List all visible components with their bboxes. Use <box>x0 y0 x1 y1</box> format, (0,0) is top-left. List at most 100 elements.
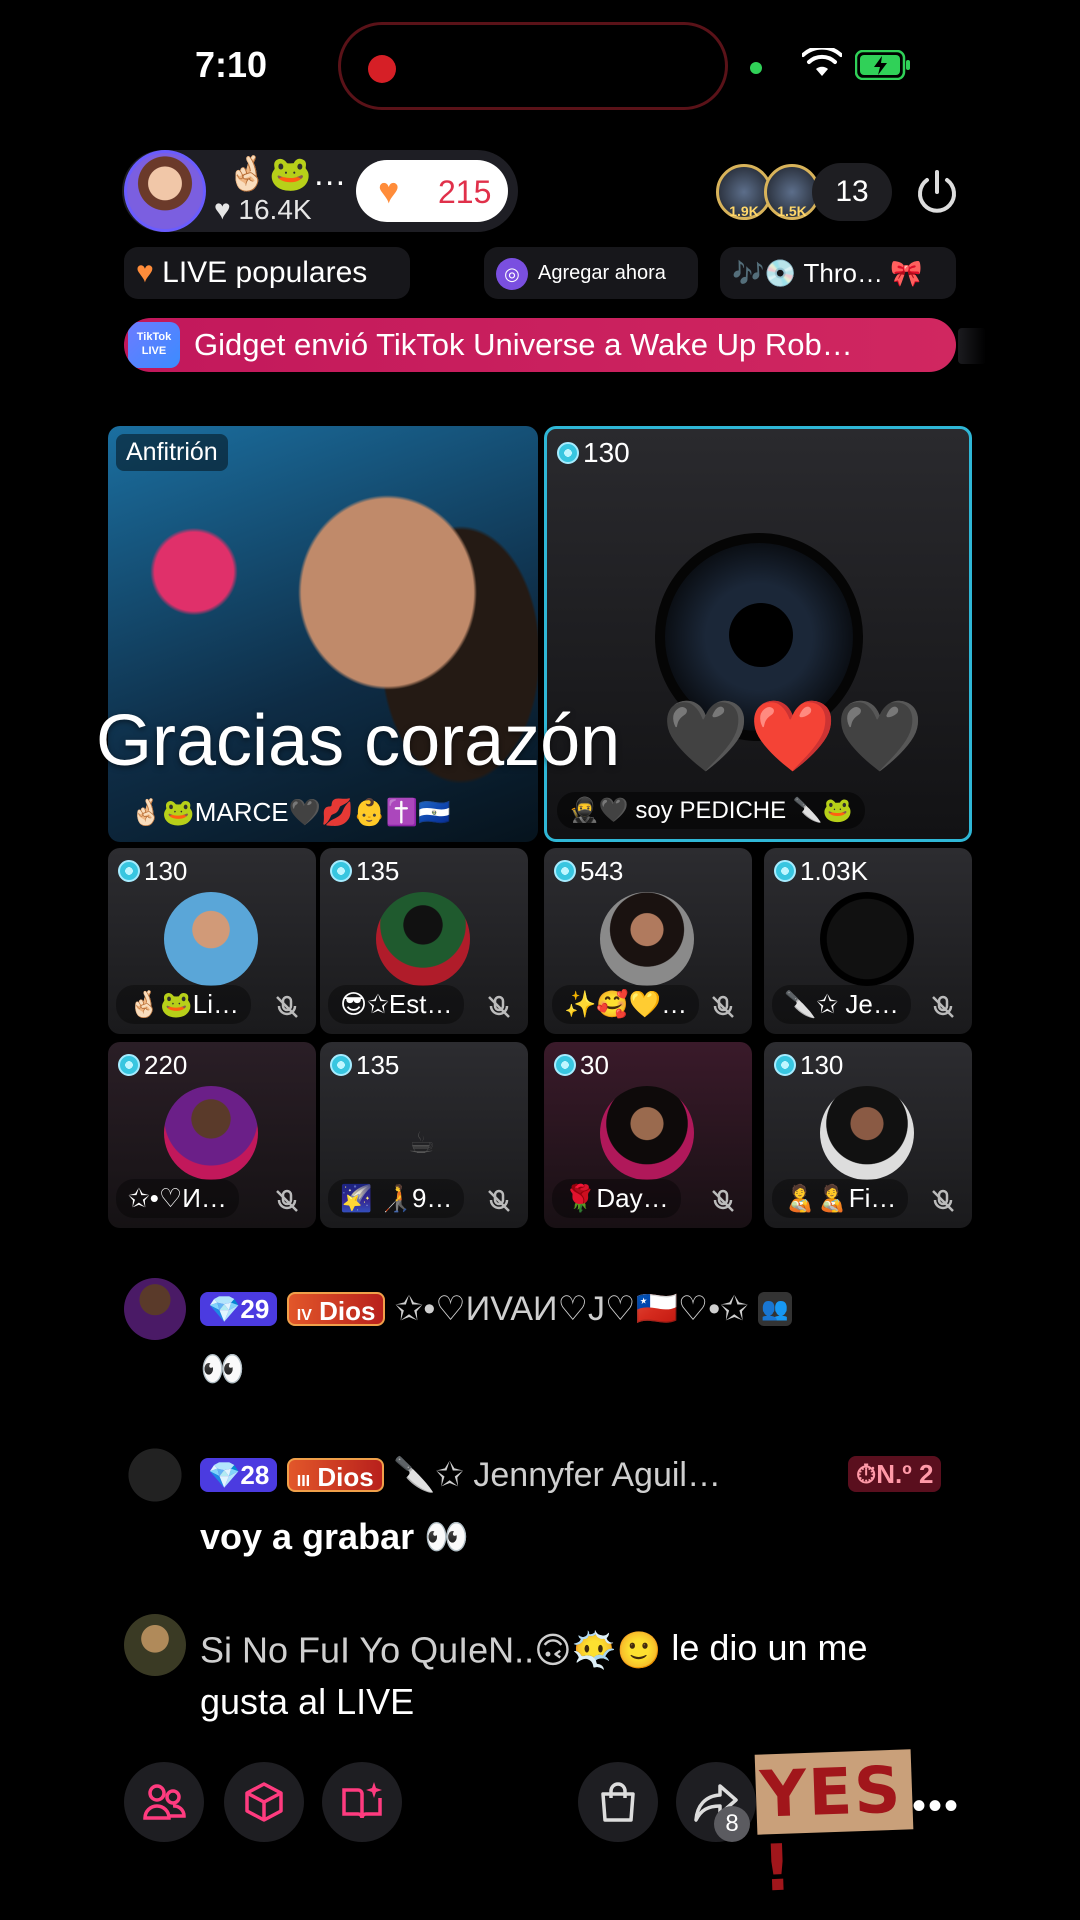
host-avatar[interactable] <box>124 150 206 232</box>
chat-like-event: Si No FuI Yo QuIeN..🙃😶‍🌫️🙂 le dio un me … <box>200 1622 920 1728</box>
dynamic-island <box>338 22 728 110</box>
cube-icon <box>245 1782 283 1822</box>
rank-badge: III Dios <box>286 1458 384 1493</box>
gift-banner-text: Gidget envió TikTok Universe a Wake Up R… <box>194 327 853 362</box>
mic-muted-icon <box>488 995 510 1018</box>
mic-muted-icon <box>276 1189 298 1212</box>
follow-button[interactable]: ♥ 215 <box>356 160 508 222</box>
level-badge: 💎28 <box>200 1458 278 1493</box>
yes-sticker: YES ! <box>754 1749 914 1907</box>
status-bar: 7:10 <box>0 0 1080 130</box>
host-name: 🤞🏻🐸… <box>226 155 348 193</box>
guest-tile[interactable]: 543 ✨🥰💛… <box>544 848 752 1034</box>
mic-muted-icon <box>712 995 734 1018</box>
guest-avatar <box>376 892 470 986</box>
host-likes-count: 16.4K <box>238 194 312 225</box>
more-options-icon[interactable]: ••• <box>912 1784 960 1829</box>
guest-tile[interactable]: 135 😎✩Est… <box>320 848 528 1034</box>
guest-avatar <box>600 892 694 986</box>
gem-icon <box>774 860 796 882</box>
chat-username[interactable]: Si No FuI Yo QuIeN..🙃😶‍🌫️🙂 <box>200 1629 661 1670</box>
guest-avatar <box>820 892 914 986</box>
shop-button[interactable] <box>578 1762 658 1842</box>
chat-message: 👀 <box>200 1348 245 1389</box>
heart-icon: ♥ <box>214 194 231 225</box>
guest-name: 🤞🏻🐸Li… <box>116 985 251 1024</box>
guest-name: 😎✩Est… <box>328 985 465 1024</box>
host-tile-name: 🤞🏻🐸MARCE🖤💋👶✝️🇸🇻 <box>130 797 451 827</box>
gem-icon <box>330 1054 352 1076</box>
mic-muted-icon <box>712 1189 734 1212</box>
guest-tile[interactable]: 30 🌹Day… <box>544 1042 752 1228</box>
book-sparkle-icon <box>342 1782 382 1819</box>
chat-avatar[interactable] <box>124 1278 186 1340</box>
gift-box-button[interactable] <box>224 1762 304 1842</box>
guest-name: ✨🥰💛… <box>552 985 700 1024</box>
mic-muted-icon <box>488 1189 510 1212</box>
banner-edge <box>958 328 986 364</box>
music-notes-icon: 🎶💿 <box>732 258 797 288</box>
follow-count: 215 <box>438 174 492 210</box>
chat-avatar[interactable] <box>124 1444 186 1506</box>
battery-icon <box>855 50 910 80</box>
clock: 7:10 <box>195 44 268 85</box>
guest-name: 🌹Day… <box>552 1179 681 1218</box>
chat-header: 💎29 IV Dios ✩•♡ИVAИ♡J♡🇨🇱♡•✩ 👥 <box>200 1288 793 1329</box>
overlay-message: Gracias corazón <box>96 701 621 781</box>
gift-banner[interactable]: TikTok LIVE Gidget envió TikTok Universe… <box>124 318 956 372</box>
guest-name: 🧑‍🍼🧑‍🍼Fi… <box>772 1179 909 1218</box>
mic-muted-icon <box>932 1189 954 1212</box>
guest-name: 🌠 🧑‍🦯9… <box>328 1179 465 1218</box>
shopping-bag-icon <box>601 1782 635 1822</box>
level-badge: 💎29 <box>200 1292 278 1327</box>
chat-avatar[interactable] <box>124 1614 186 1676</box>
tiktok-live-badge-icon: TikTok LIVE <box>128 322 180 368</box>
coffee-cup-icon: ☕ <box>408 1127 435 1160</box>
viewer-count[interactable]: 13 <box>812 163 892 221</box>
guest-tile[interactable]: 1.03K 🔪✩ Je… <box>764 848 972 1034</box>
gem-icon <box>554 1054 576 1076</box>
share-count: 8 <box>714 1806 750 1842</box>
guest-avatar <box>820 1086 914 1180</box>
guest-name: 🔪✩ Je… <box>772 985 911 1024</box>
guest-score: 130 <box>557 437 630 469</box>
gift-icon: 🎀 <box>890 258 923 288</box>
guest-name: ✩•♡И… <box>116 1179 239 1218</box>
chat-message: voy a grabar 👀 <box>200 1516 469 1557</box>
guest-tile[interactable]: 220 ✩•♡И… <box>108 1042 316 1228</box>
gem-icon <box>774 1054 796 1076</box>
recording-dot-icon <box>368 55 396 83</box>
add-now-chip[interactable]: ◎ Agregar ahora <box>484 247 698 299</box>
heart-icon: ♥ <box>378 170 400 211</box>
guests-button[interactable] <box>124 1762 204 1842</box>
gem-icon <box>554 860 576 882</box>
chat-username[interactable]: 🔪✩ Jennyfer Aguil… <box>393 1456 721 1494</box>
camera-indicator-icon <box>750 62 762 74</box>
heart-icon: ♥ <box>136 256 154 289</box>
top-gifter-badge: ⏱N.º 2 <box>848 1456 942 1492</box>
guest-tile[interactable]: 130 🧑‍🍼🧑‍🍼Fi… <box>764 1042 972 1228</box>
target-icon: ◎ <box>496 257 528 290</box>
wifi-icon <box>802 48 842 76</box>
stopwatch-icon: ⏱ <box>856 1459 877 1489</box>
gem-icon <box>557 442 579 464</box>
power-icon[interactable] <box>912 168 962 218</box>
guest-tile[interactable]: 135 ☕ 🌠 🧑‍🦯9… <box>320 1042 528 1228</box>
profile-badge-icon: 👥 <box>758 1292 793 1327</box>
guest-tile[interactable]: 130 🤞🏻🐸Li… <box>108 848 316 1034</box>
overlay-hearts: 🖤❤️🖤 <box>662 697 924 775</box>
mic-muted-icon <box>276 995 298 1018</box>
guest-avatar <box>164 1086 258 1180</box>
gem-icon <box>330 860 352 882</box>
host-likes: ♥ 16.4K <box>214 194 312 226</box>
music-chip[interactable]: 🎶💿 Thro… 🎀 <box>720 247 956 299</box>
live-popular-chip[interactable]: ♥ LIVE populares <box>124 247 410 299</box>
chat-header: 💎28 III Dios 🔪✩ Jennyfer Aguil… <box>200 1454 721 1495</box>
mic-muted-icon <box>932 995 954 1018</box>
chat-username[interactable]: ✩•♡ИVAИ♡J♡🇨🇱♡•✩ <box>395 1290 749 1328</box>
gem-icon <box>118 860 140 882</box>
effects-button[interactable] <box>322 1762 402 1842</box>
people-icon <box>143 1784 186 1820</box>
rank-badge: IV Dios <box>286 1292 386 1327</box>
gem-icon <box>118 1054 140 1076</box>
